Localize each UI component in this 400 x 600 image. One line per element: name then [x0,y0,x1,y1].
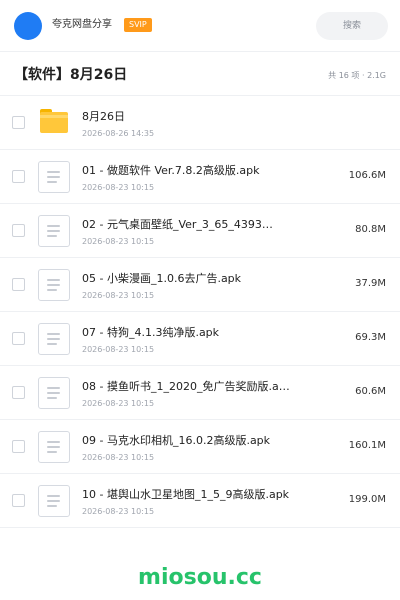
file-name: 01 - 做题软件 Ver.7.8.2高级版.apk [82,164,260,177]
site-watermark: miosou.cc [138,565,262,590]
list-item[interactable]: 01 - 做题软件 Ver.7.8.2高级版.apk 2026-08-23 10… [0,150,400,204]
top-bar: 夸克网盘分享 SVIP 搜索 [0,0,400,52]
file-icon [38,485,70,517]
file-name: 05 - 小柴漫画_1.0.6去广告.apk [82,272,242,285]
list-item[interactable]: 09 - 马克水印相机_16.0.2高级版.apk 2026-08-23 10:… [0,420,400,474]
row-checkbox[interactable] [12,494,25,507]
file-name: 02 - 元气桌面壁纸_Ver_3_65_4393… [82,218,273,231]
file-icon [38,431,70,463]
avatar[interactable] [14,12,42,40]
row-checkbox[interactable] [12,440,25,453]
file-date: 2026-08-23 10:15 [82,345,155,354]
file-name: 09 - 马克水印相机_16.0.2高级版.apk [82,434,271,447]
file-date: 2026-08-26 14:35 [82,129,155,138]
list-item[interactable]: 8月26日 2026-08-26 14:35 [0,96,400,150]
file-size: 69.3M [355,332,386,343]
list-item[interactable]: 02 - 元气桌面壁纸_Ver_3_65_4393… 2026-08-23 10… [0,204,400,258]
file-date: 2026-08-23 10:15 [82,453,155,462]
folder-icon [40,109,68,133]
search-button[interactable]: 搜索 [316,12,388,40]
file-date: 2026-08-23 10:15 [82,183,155,192]
file-size: 80.8M [355,224,386,235]
list-item[interactable]: 10 - 堪舆山水卫星地图_1_5_9高级版.apk 2026-08-23 10… [0,474,400,528]
row-checkbox[interactable] [12,278,25,291]
list-item[interactable]: 08 - 摸鱼听书_1_2020_免广告奖励版.a… 2026-08-23 10… [0,366,400,420]
folder-summary: 共 16 项 · 2.1G [328,71,386,80]
file-date: 2026-08-23 10:15 [82,291,155,300]
page-title: 【软件】8月26日 [14,67,128,83]
list-item[interactable]: 07 - 特狗_4.1.3纯净版.apk 2026-08-23 10:15 69… [0,312,400,366]
svip-badge: SVIP [124,18,152,32]
row-checkbox[interactable] [12,170,25,183]
list-item[interactable]: 05 - 小柴漫画_1.0.6去广告.apk 2026-08-23 10:15 … [0,258,400,312]
file-size: 60.6M [355,386,386,397]
file-name: 08 - 摸鱼听书_1_2020_免广告奖励版.a… [82,380,290,393]
file-icon [38,269,70,301]
file-date: 2026-08-23 10:15 [82,399,155,408]
file-name: 10 - 堪舆山水卫星地图_1_5_9高级版.apk [82,488,290,501]
file-icon [38,377,70,409]
row-checkbox[interactable] [12,224,25,237]
file-icon [38,215,70,247]
row-checkbox[interactable] [12,386,25,399]
file-size: 199.0M [348,494,386,505]
username: 夸克网盘分享 [52,19,112,30]
file-icon [38,323,70,355]
row-checkbox[interactable] [12,116,25,129]
file-date: 2026-08-23 10:15 [82,237,155,246]
file-size: 37.9M [355,278,386,289]
file-size: 160.1M [348,440,386,451]
row-checkbox[interactable] [12,332,25,345]
file-date: 2026-08-23 10:15 [82,507,155,516]
file-list: 8月26日 2026-08-26 14:35 01 - 做题软件 Ver.7.8… [0,96,400,528]
file-name: 07 - 特狗_4.1.3纯净版.apk [82,326,220,339]
folder-header: 【软件】8月26日 共 16 项 · 2.1G [0,52,400,96]
file-size: 106.6M [348,170,386,181]
file-name: 8月26日 [82,110,125,123]
file-icon [38,161,70,193]
